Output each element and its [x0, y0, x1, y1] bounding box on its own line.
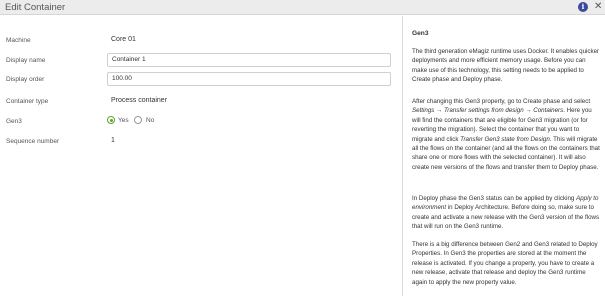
dialog-title: Edit Container: [5, 2, 66, 13]
machine-value: Core 01: [111, 36, 136, 43]
help-paragraph-2-text-a: After changing this Gen3 property, go to…: [412, 98, 591, 105]
gen3-yes-label[interactable]: Yes: [118, 116, 129, 125]
help-panel: Gen3 The third generation eMagiz runtime…: [412, 16, 600, 296]
display-order-label: Display order: [6, 76, 45, 83]
gen3-label: Gen3: [6, 118, 22, 125]
help-heading: Gen3: [412, 30, 429, 37]
gen3-row: Gen3 Yes No: [0, 114, 402, 130]
display-order-row: Display order 100.00: [0, 72, 402, 88]
sequence-number-value: 1: [111, 137, 115, 144]
gen3-yes-radio[interactable]: [107, 116, 115, 124]
sequence-number-row: Sequence number 1: [0, 134, 402, 150]
help-paragraph-3: In Deploy phase the Gen3 status can be a…: [412, 194, 600, 232]
machine-row: Machine Core 01: [0, 33, 402, 49]
display-order-input[interactable]: 100.00: [107, 72, 391, 86]
container-type-row: Container type Process container: [0, 94, 402, 110]
help-paragraph-2-emphasis-1: Settings → Transfer settings from design…: [412, 107, 564, 115]
help-paragraph-2: After changing this Gen3 property, go to…: [412, 97, 600, 172]
container-type-label: Container type: [6, 98, 49, 105]
sequence-number-label: Sequence number: [6, 138, 60, 145]
help-paragraph-3-text-a: In Deploy phase the Gen3 status can be a…: [412, 195, 577, 202]
panel-divider: [402, 16, 403, 296]
form-panel: Machine Core 01 Display name Container 1…: [0, 16, 402, 296]
info-icon[interactable]: i: [578, 2, 588, 12]
gen3-no-label[interactable]: No: [146, 116, 154, 125]
help-paragraph-4: There is a big difference between Gen2 a…: [412, 241, 598, 286]
display-name-input[interactable]: Container 1: [107, 53, 391, 67]
title-bar: Edit Container i ✕: [0, 0, 605, 15]
display-name-row: Display name Container 1: [0, 53, 402, 69]
machine-label: Machine: [6, 37, 31, 44]
help-paragraph-1: The third generation eMagiz runtime uses…: [412, 48, 600, 84]
close-icon[interactable]: ✕: [594, 0, 602, 14]
help-paragraph-2-emphasis-2: Transfer Gen3 state from Design: [460, 135, 550, 143]
display-name-label: Display name: [6, 57, 46, 64]
gen3-no-radio[interactable]: [134, 116, 142, 124]
container-type-value: Process container: [111, 97, 168, 104]
